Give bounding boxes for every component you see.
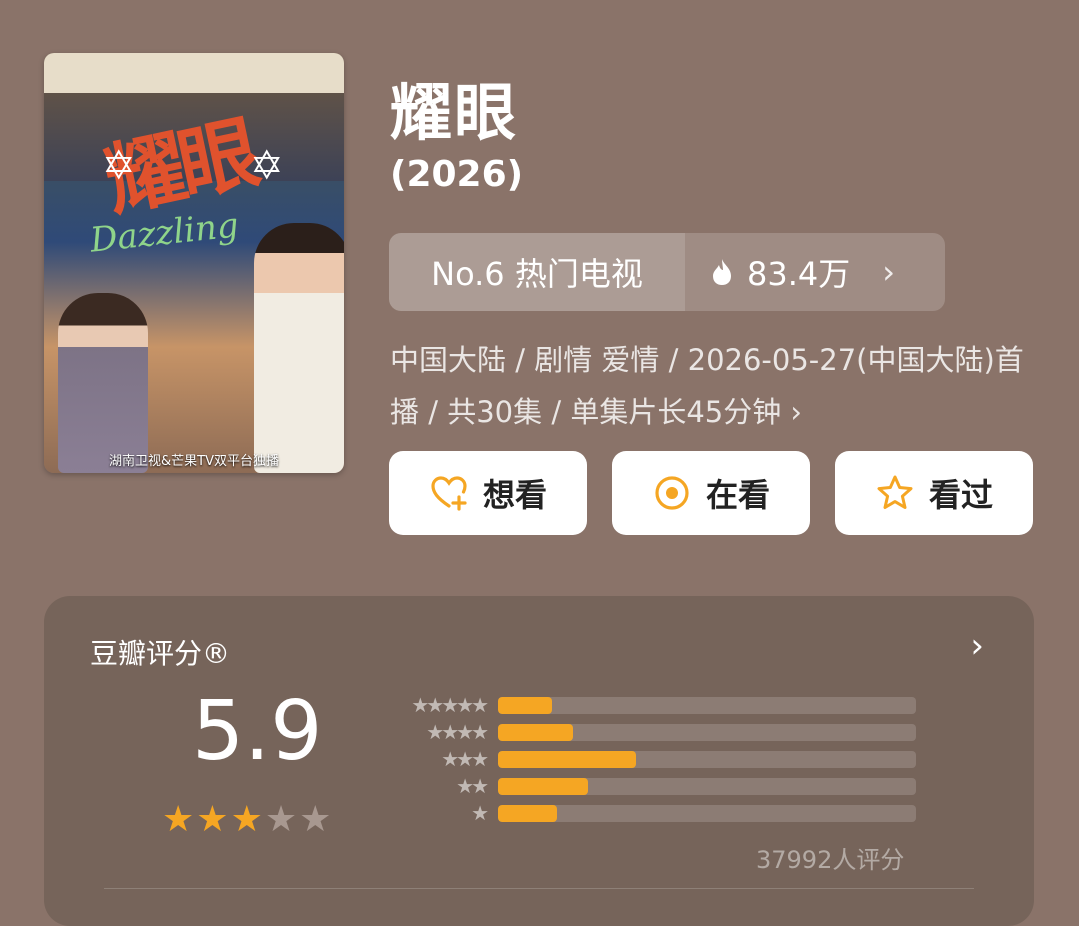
- show-title: 耀眼: [390, 76, 519, 149]
- poster-top-band: [44, 53, 344, 95]
- rank-label: No.6 热门电视: [389, 233, 685, 311]
- heart-plus-icon: [431, 476, 467, 511]
- poster-star-icon: ✡: [250, 143, 284, 189]
- poster-figure-right: [254, 223, 344, 473]
- rating-row-fill: [498, 724, 574, 741]
- poster-image[interactable]: 耀眼 ✡ ✡ Dazzling 湖南卫视&芒果TV双平台独播: [44, 53, 344, 473]
- chevron-right-icon: ›: [882, 253, 896, 291]
- divider: [104, 888, 974, 889]
- rating-count: 37992人评分: [756, 846, 905, 874]
- watching-button[interactable]: 在看: [612, 451, 810, 535]
- want-label: 想看: [482, 476, 547, 514]
- rating-heading: 豆瓣评分®: [90, 637, 231, 670]
- watched-button[interactable]: 看过: [835, 451, 1033, 535]
- rating-row-fill: [498, 805, 557, 822]
- poster-figure-left: [58, 293, 148, 473]
- poster-caption: 湖南卫视&芒果TV双平台独播: [109, 454, 279, 469]
- rating-row-label: ★★★: [441, 747, 489, 771]
- watched-label: 看过: [928, 476, 993, 514]
- poster-subtitle-art: Dazzling: [88, 205, 241, 261]
- rating-row-label: ★★★★★: [411, 693, 489, 717]
- show-meta[interactable]: 中国大陆 / 剧情 爱情 / 2026-05-27(中国大陆)首播 / 共30集…: [390, 334, 1030, 438]
- rating-row-track: [498, 724, 916, 741]
- heat-section[interactable]: 83.4万 ›: [685, 233, 945, 311]
- star-outline-icon: [877, 475, 913, 509]
- star-filled-icon: ★: [230, 799, 263, 840]
- rank-pill[interactable]: No.6 热门电视 83.4万 ›: [389, 233, 945, 311]
- show-year: (2026): [390, 154, 524, 195]
- rating-row-track: [498, 778, 916, 795]
- star-filled-icon: ★: [196, 799, 229, 840]
- heat-value: 83.4万: [747, 255, 851, 293]
- rating-row-fill: [498, 778, 588, 795]
- rating-stars: ★ ★ ★ ★ ★: [162, 802, 331, 838]
- want-to-watch-button[interactable]: 想看: [389, 451, 587, 535]
- rating-row-track: [498, 751, 916, 768]
- rating-row-track: [498, 697, 916, 714]
- rating-row-label: ★★: [456, 774, 489, 798]
- rating-row-fill: [498, 751, 636, 768]
- poster-star-icon: ✡: [102, 143, 136, 189]
- star-empty-icon: ★: [299, 799, 332, 840]
- rating-row-fill: [498, 697, 553, 714]
- rating-row-track: [498, 805, 916, 822]
- watching-label: 在看: [705, 476, 770, 514]
- chevron-right-icon[interactable]: ›: [970, 626, 984, 666]
- rating-row-label: ★: [471, 801, 489, 825]
- rating-row-label: ★★★★: [426, 720, 489, 744]
- rating-card[interactable]: 豆瓣评分® › 5.9 ★ ★ ★ ★ ★ ★★★★★ ★★★★ ★★★ ★★ ★ 37992人…: [44, 596, 1034, 926]
- fire-icon: [713, 259, 731, 285]
- rating-score: 5.9: [192, 684, 323, 779]
- star-empty-icon: ★: [264, 799, 298, 840]
- star-filled-icon: ★: [162, 799, 195, 840]
- target-icon: [655, 476, 689, 510]
